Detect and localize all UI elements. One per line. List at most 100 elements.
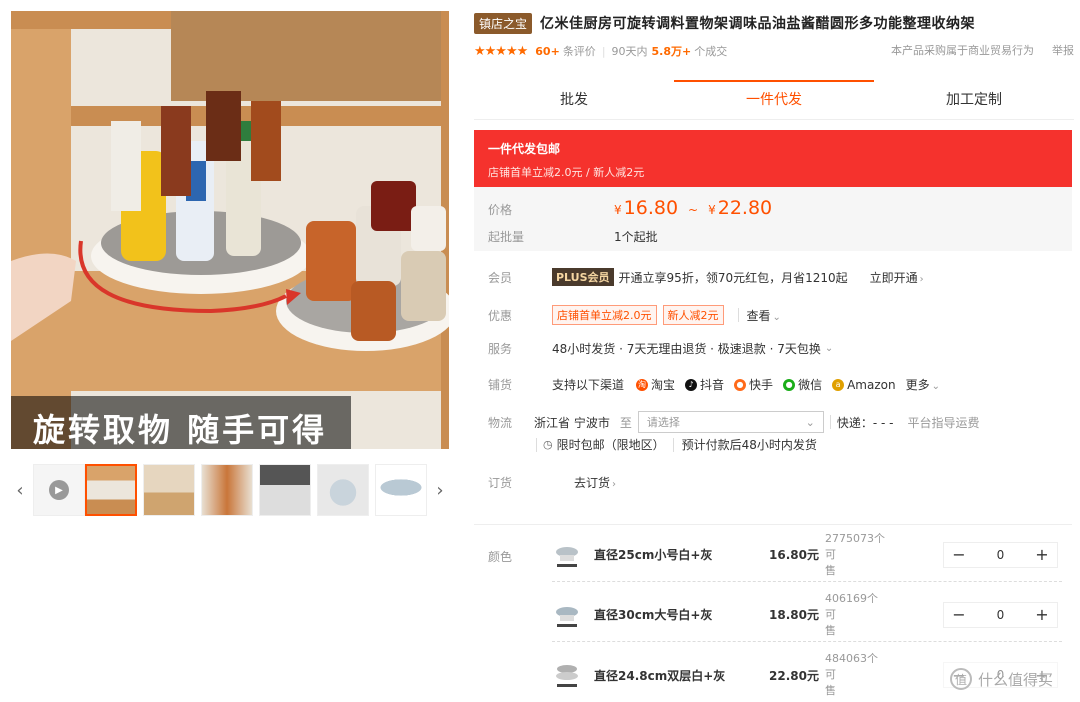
clock-icon: ◷: [543, 438, 553, 451]
view-coupons-link[interactable]: 查看 ⌄: [747, 307, 781, 324]
channel-kuaishou[interactable]: ● 快手: [734, 376, 773, 393]
logistics-extra-row: ◷ 限时包邮（限地区） 预计付款后48小时内发货: [536, 436, 1080, 453]
review-count[interactable]: 60+: [535, 45, 560, 58]
plus-badge: PLUS会员: [552, 268, 614, 286]
channel-taobao[interactable]: 淘淘宝: [636, 376, 675, 393]
destination-placeholder: 请选择: [646, 416, 680, 429]
price-label: 价格: [488, 203, 513, 217]
channel-name: 快手: [749, 378, 774, 392]
member-label: 会员: [488, 270, 513, 285]
promo-banner: 一件代发包邮 店铺首单立减2.0元 / 新人减2元: [474, 130, 1072, 187]
hero-caption: 旋转取物 随手可得: [33, 411, 328, 449]
freight-guide[interactable]: 平台指导运费: [907, 414, 979, 431]
quantity-stepper: − 0 +: [943, 541, 1058, 568]
sku-thumbnail[interactable]: [552, 660, 582, 690]
promo-title: 一件代发包邮: [488, 142, 561, 156]
more-channels-link[interactable]: 更多 ⌄: [906, 376, 940, 393]
logistics-origin: 浙江省 宁波市: [534, 415, 610, 430]
tab-custom[interactable]: 加工定制: [874, 80, 1074, 119]
sku-stock: 484063个可售: [825, 652, 878, 697]
product-title: 亿米佳厨房可旋转调料置物架调味品油盐酱醋圆形多功能整理收纳架: [540, 16, 976, 32]
sku-thumbnail[interactable]: [552, 600, 582, 630]
sales-count: 5.8万+: [651, 45, 692, 58]
logistics-label: 物流: [488, 415, 513, 430]
coupon-tag: 店铺首单立减2.0元: [552, 305, 657, 325]
minus-button[interactable]: −: [952, 605, 966, 624]
quantity-input[interactable]: 0: [997, 548, 1005, 562]
photo-thumb-3[interactable]: [201, 464, 253, 516]
channels-intro: 支持以下渠道: [552, 378, 625, 392]
minus-button[interactable]: −: [952, 545, 966, 564]
sku-stock: 2775073个可售: [825, 531, 885, 577]
report-link[interactable]: 举报: [1052, 42, 1074, 58]
go-order-link[interactable]: 去订货 ›: [574, 474, 616, 491]
chevron-down-icon: ⌄: [931, 381, 940, 392]
plus-button[interactable]: +: [1035, 605, 1049, 624]
chevron-right-icon: ›: [612, 479, 617, 490]
photo-thumb-2[interactable]: [143, 464, 195, 516]
price-low: 16.80: [623, 197, 679, 219]
sales-period: 90天内: [611, 45, 648, 58]
channels-label: 铺货: [488, 378, 513, 392]
tab-dropship[interactable]: 一件代发: [674, 80, 874, 119]
purchase-mode-tabs: 批发 一件代发 加工定制: [474, 80, 1074, 120]
sku-color-label: 颜色: [488, 550, 513, 564]
logistics-row: 物流 浙江省 宁波市 至 请选择 ⌄ 快递：- - - 平台指导运费: [488, 411, 1078, 433]
photo-thumb-1[interactable]: [85, 464, 137, 516]
moq-value: 1个起批: [614, 230, 658, 244]
sku-row: 直径25cm小号白+灰 16.80元 2775073个可售 − 0 +: [552, 528, 1062, 582]
sku-price: 18.80元: [769, 608, 819, 622]
channels-row: 铺货 支持以下渠道 淘淘宝 ♪ 抖音 ● 快手 ● 微信 a Amazon 更多 ⌄: [488, 376, 1078, 393]
watermark-text: 什么值得买: [978, 670, 1054, 689]
sku-name: 直径24.8cm双层白+灰: [594, 668, 726, 683]
product-main-image: 旋转取物 随手可得: [11, 11, 449, 449]
sku-thumbnail[interactable]: [552, 540, 582, 570]
free-shipping-limit: 限时包邮（限地区）: [556, 438, 665, 452]
delivery-eta: 预计付款后48小时内发货: [681, 438, 817, 452]
chevron-right-icon[interactable]: ›: [431, 462, 449, 518]
channel-amazon[interactable]: a Amazon: [832, 378, 896, 392]
wechat-icon: ●: [783, 378, 796, 391]
channel-name: 抖音: [700, 378, 725, 392]
thumbnail-strip: ‹ ▶ ›: [11, 462, 449, 518]
service-row: 服务 48小时发货 · 7天无理由退货 · 极速退款 · 7天包换 ⌄: [488, 340, 1078, 357]
trade-note: 本产品采购属于商业贸易行为: [891, 44, 1034, 57]
price-tilde: ~: [688, 203, 699, 217]
channel-douyin[interactable]: ♪ 抖音: [685, 376, 724, 393]
discount-label: 优惠: [488, 308, 513, 323]
photo-thumb-6[interactable]: [375, 464, 427, 516]
channel-wechat[interactable]: ● 微信: [783, 376, 822, 393]
quantity-input[interactable]: 0: [997, 608, 1005, 622]
activate-plus-link[interactable]: 立即开通 ›: [870, 269, 924, 286]
chevron-down-icon: ⌄: [805, 415, 815, 429]
amazon-icon: a: [832, 378, 845, 391]
moq-label: 起批量: [488, 230, 525, 244]
smzdm-logo-icon: 值: [950, 668, 972, 690]
currency-symbol: ¥: [708, 203, 716, 217]
quantity-stepper: − 0 +: [943, 601, 1058, 628]
plus-button[interactable]: +: [1035, 545, 1049, 564]
video-thumb[interactable]: ▶: [33, 464, 85, 516]
destination-select[interactable]: 请选择 ⌄: [637, 411, 824, 433]
view-coupons-label: 查看: [746, 308, 771, 323]
sku-stock: 406169个可售: [825, 591, 878, 637]
chevron-left-icon[interactable]: ‹: [11, 462, 29, 518]
tab-wholesale[interactable]: 批发: [474, 80, 674, 119]
more-channels-label: 更多: [905, 378, 930, 392]
shelf-photo: [11, 11, 449, 449]
chevron-down-icon[interactable]: ⌄: [825, 343, 833, 354]
sku-name: 直径30cm大号白+灰: [594, 608, 713, 622]
photo-thumb-4[interactable]: [259, 464, 311, 516]
channel-name: 微信: [798, 378, 823, 392]
promo-subtitle: 店铺首单立减2.0元 / 新人减2元: [488, 166, 645, 179]
taobao-icon: 淘: [636, 378, 649, 391]
photo-thumb-5[interactable]: [317, 464, 369, 516]
activate-plus-label: 立即开通: [869, 270, 918, 285]
service-text: 48小时发货 · 7天无理由退货 · 极速退款 · 7天包换: [552, 342, 821, 356]
kuaishou-icon: ●: [734, 378, 747, 391]
smzdm-watermark: 值 什么值得买: [950, 668, 1053, 690]
sales-label: 个成交: [694, 45, 728, 58]
price-high: 22.80: [717, 197, 773, 219]
express-fee: 快递：- - -: [836, 415, 894, 430]
sku-price: 22.80元: [769, 668, 819, 683]
